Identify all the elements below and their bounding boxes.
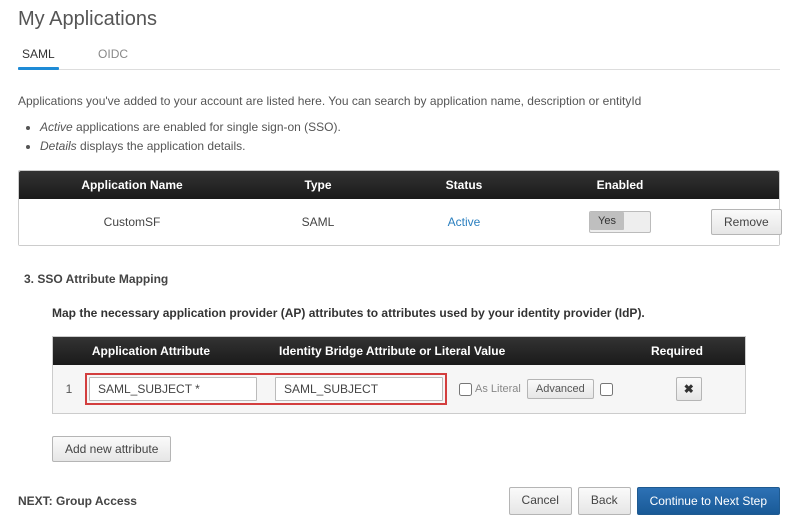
- application-attribute-input[interactable]: [89, 377, 257, 401]
- footer: NEXT: Group Access Cancel Back Continue …: [18, 487, 780, 515]
- col-header-actions: [703, 171, 779, 199]
- attr-header-bridge: Identity Bridge Attribute or Literal Val…: [249, 337, 609, 365]
- bullet-details-rest: displays the application details.: [77, 139, 246, 153]
- attr-header-app: Application Attribute: [53, 337, 249, 365]
- attribute-grid-header: Application Attribute Identity Bridge At…: [53, 337, 745, 365]
- cancel-button[interactable]: Cancel: [509, 487, 572, 515]
- cell-app-name: CustomSF: [19, 205, 245, 239]
- enabled-toggle-label: Yes: [590, 212, 624, 230]
- table-row: CustomSF SAML Active Yes Remove: [19, 199, 779, 245]
- cell-app-status[interactable]: Active: [448, 215, 481, 229]
- bullet-details-em: Details: [40, 139, 77, 153]
- page-title: My Applications: [18, 8, 780, 31]
- applications-grid: Application Name Type Status Enabled Cus…: [18, 170, 780, 246]
- add-new-attribute-button[interactable]: Add new attribute: [52, 436, 171, 462]
- tab-saml[interactable]: SAML: [18, 41, 59, 69]
- attr-header-required: Required: [609, 337, 745, 365]
- col-header-name: Application Name: [19, 171, 245, 199]
- tabs: SAML OIDC: [18, 41, 780, 70]
- required-checkbox[interactable]: [600, 383, 613, 396]
- attr-row-index: 1: [59, 382, 79, 396]
- bullet-details: Details displays the application details…: [40, 137, 780, 156]
- delete-row-button[interactable]: ✖: [676, 377, 702, 401]
- next-step-label: NEXT: Group Access: [18, 494, 137, 508]
- continue-button[interactable]: Continue to Next Step: [637, 487, 780, 515]
- highlight-box: [85, 373, 447, 405]
- remove-button[interactable]: Remove: [711, 209, 782, 235]
- col-header-type: Type: [245, 171, 391, 199]
- tab-oidc[interactable]: OIDC: [94, 41, 132, 69]
- bullet-active: Active applications are enabled for sing…: [40, 118, 780, 137]
- as-literal-label: As Literal: [475, 383, 521, 395]
- cell-app-type: SAML: [245, 205, 391, 239]
- intro-bullets: Active applications are enabled for sing…: [40, 118, 780, 156]
- bullet-active-em: Active: [40, 120, 73, 134]
- col-header-enabled: Enabled: [537, 171, 703, 199]
- advanced-button[interactable]: Advanced: [527, 379, 594, 399]
- grid-header: Application Name Type Status Enabled: [19, 171, 779, 199]
- as-literal-checkbox[interactable]: [459, 383, 472, 396]
- section-subtitle: Map the necessary application provider (…: [52, 306, 780, 320]
- intro-text: Applications you've added to your accoun…: [18, 92, 780, 110]
- bullet-active-rest: applications are enabled for single sign…: [73, 120, 341, 134]
- back-button[interactable]: Back: [578, 487, 631, 515]
- enabled-toggle[interactable]: Yes: [589, 211, 651, 233]
- as-literal-group[interactable]: As Literal: [459, 383, 521, 396]
- col-header-status: Status: [391, 171, 537, 199]
- bridge-attribute-input[interactable]: [275, 377, 443, 401]
- section-title: 3. SSO Attribute Mapping: [24, 272, 780, 286]
- close-icon: ✖: [684, 382, 694, 396]
- attribute-grid: Application Attribute Identity Bridge At…: [52, 336, 746, 414]
- attribute-row: 1 As Literal Advanced ✖: [53, 365, 745, 413]
